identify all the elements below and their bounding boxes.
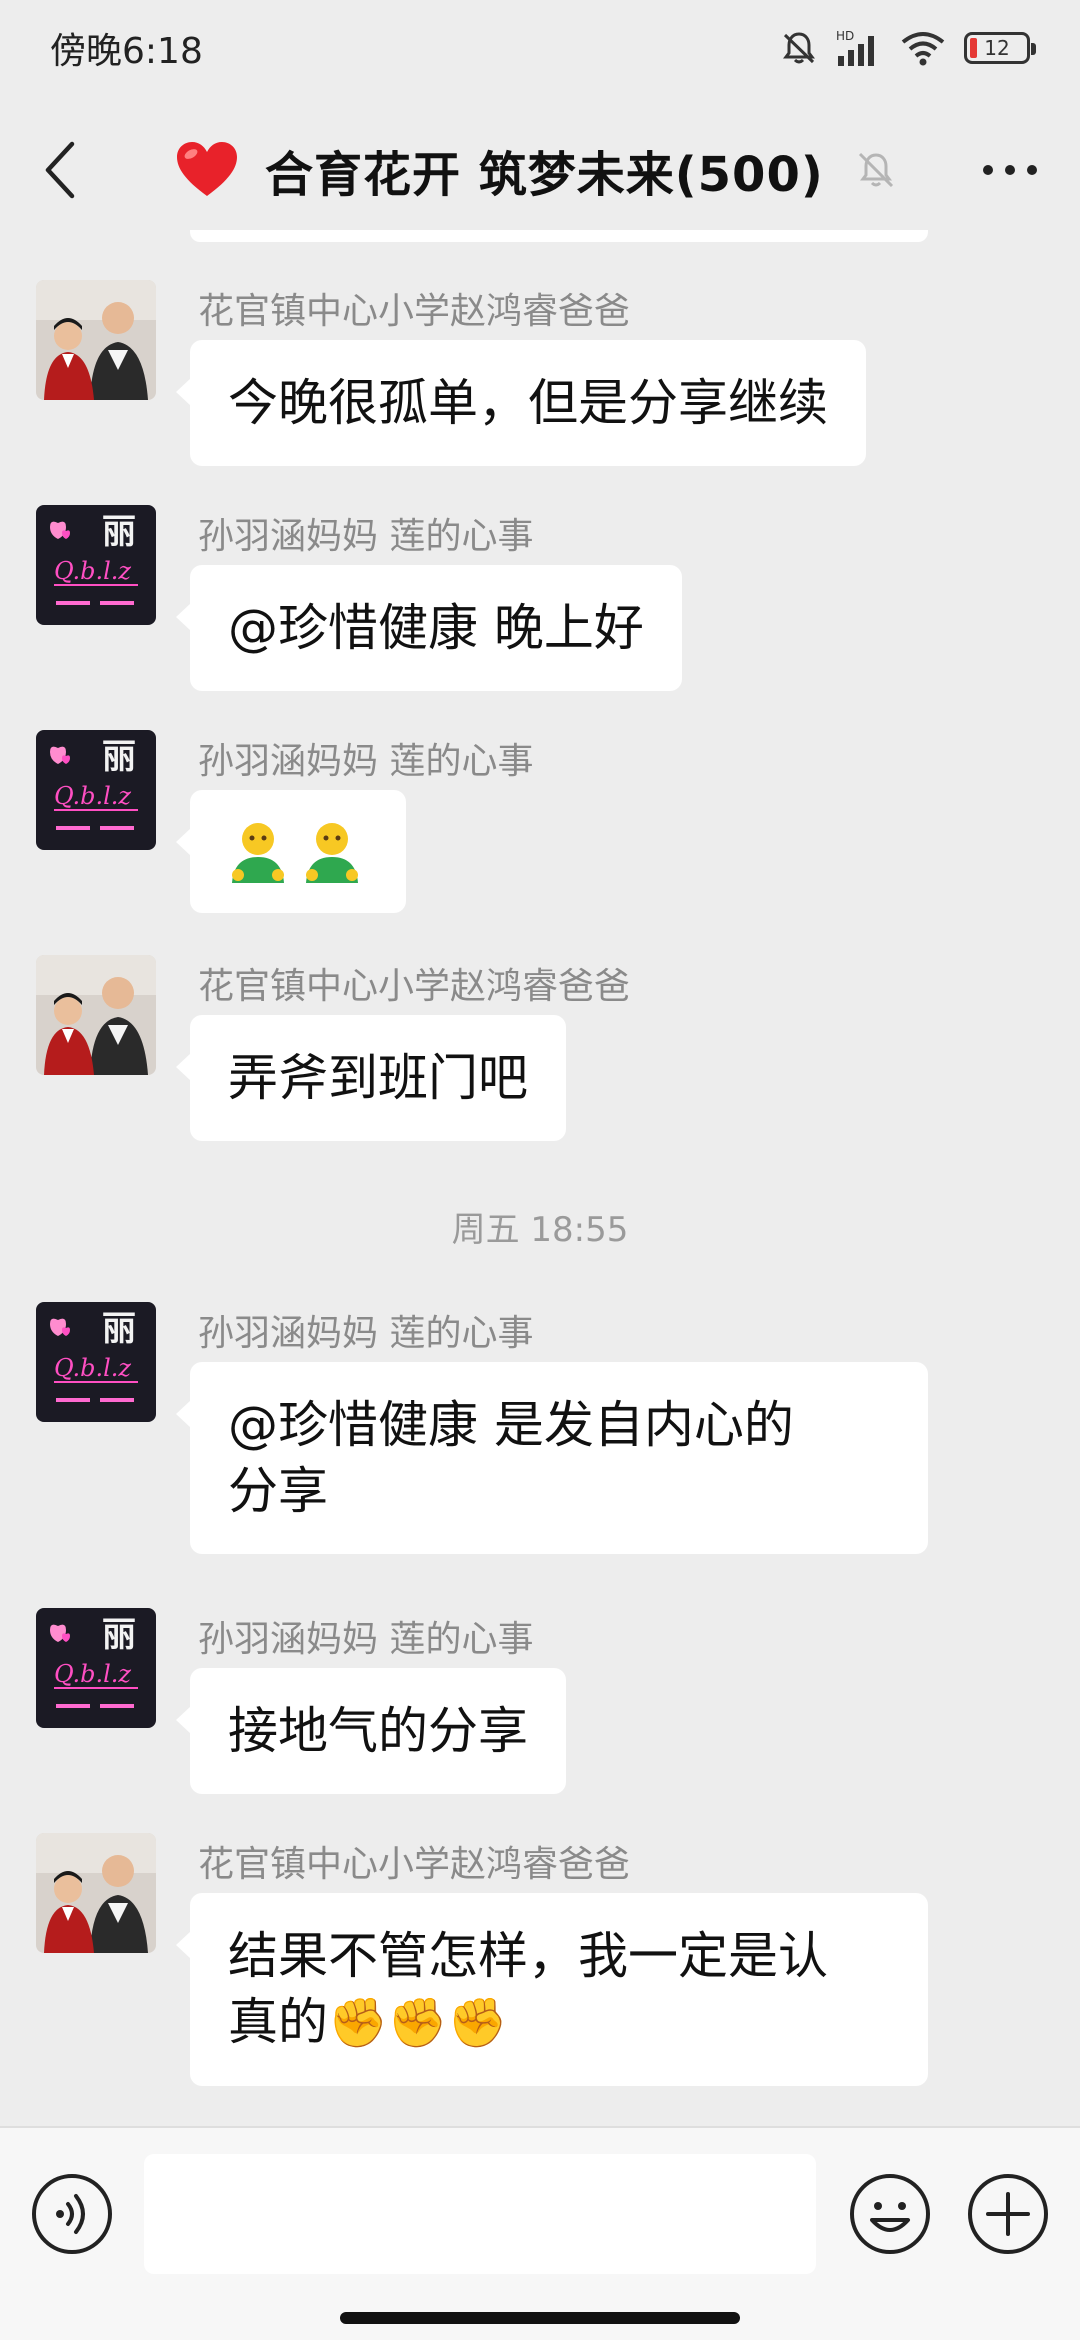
neon-glyph: 丽 bbox=[102, 1309, 136, 1349]
red-heart-icon bbox=[177, 142, 237, 196]
neon-li-avatar: 丽 Q.b.l.z bbox=[36, 1302, 156, 1422]
neon-li-avatar: 丽 Q.b.l.z bbox=[36, 730, 156, 850]
message-bubble[interactable]: 接地气的分享 bbox=[176, 1668, 566, 1794]
sender-name: 孙羽涵妈妈 莲的心事 bbox=[198, 1313, 534, 1354]
fist-emoji: ✊✊✊ bbox=[328, 1995, 508, 2051]
avatar[interactable]: 丽 Q.b.l.z bbox=[36, 1302, 156, 1422]
svg-text:HD: HD bbox=[836, 29, 854, 43]
avatar[interactable]: 丽 Q.b.l.z bbox=[36, 505, 156, 625]
avatar[interactable] bbox=[36, 955, 156, 1075]
message-text-line: 分享 bbox=[228, 1462, 328, 1520]
avatar[interactable] bbox=[36, 1833, 156, 1953]
sender-name: 孙羽涵妈妈 莲的心事 bbox=[198, 1619, 534, 1660]
message-text: @珍惜健康 晚上好 bbox=[228, 599, 644, 657]
sender-name: 花官镇中心小学赵鸿睿爸爸 bbox=[198, 966, 631, 1007]
message-input[interactable] bbox=[144, 2154, 816, 2274]
message-bubble[interactable]: @珍惜健康 是发自内心的 分享 bbox=[176, 1362, 928, 1554]
neon-li-avatar: 丽 Q.b.l.z bbox=[36, 1608, 156, 1728]
neon-script: Q.b.l.z bbox=[54, 1660, 131, 1688]
chat-header: 合育花开 筑梦未来(500) bbox=[0, 110, 1080, 230]
sender-name: 花官镇中心小学赵鸿睿爸爸 bbox=[198, 1844, 631, 1885]
status-bar: 傍晚6:18 HD 12 bbox=[0, 0, 1080, 96]
neon-script: Q.b.l.z bbox=[54, 782, 131, 810]
message-text-line: 结果不管怎样，我一定是认 bbox=[228, 1927, 828, 1985]
avatar[interactable]: 丽 Q.b.l.z bbox=[36, 1608, 156, 1728]
battery-icon: 12 bbox=[964, 32, 1036, 64]
wifi-icon bbox=[901, 32, 945, 66]
emoji-face-icon[interactable] bbox=[848, 2172, 932, 2256]
mute-bell-icon bbox=[783, 32, 815, 64]
father-son-photo bbox=[36, 955, 156, 1075]
partial-message-bubble bbox=[190, 230, 928, 242]
message-text-line: 真的✊✊✊ bbox=[228, 1989, 890, 2056]
message-bubble[interactable]: 弄斧到班门吧 bbox=[176, 1015, 566, 1141]
hd-signal-icon: HD bbox=[836, 29, 874, 66]
avatar[interactable] bbox=[36, 280, 156, 400]
status-icons: HD 12 bbox=[780, 28, 1036, 68]
message-bubble[interactable]: 今晚很孤单，但是分享继续 bbox=[176, 340, 866, 466]
message-bubble[interactable] bbox=[176, 790, 406, 913]
muted-bell-icon bbox=[858, 152, 893, 188]
person-emoji-icon bbox=[306, 822, 358, 883]
sender-name: 花官镇中心小学赵鸿睿爸爸 bbox=[198, 291, 631, 332]
neon-script: Q.b.l.z bbox=[54, 1354, 131, 1382]
neon-glyph: 丽 bbox=[102, 737, 136, 777]
message-text: 今晚很孤单，但是分享继续 bbox=[228, 374, 828, 432]
sender-name: 孙羽涵妈妈 莲的心事 bbox=[198, 516, 534, 557]
message-text: 弄斧到班门吧 bbox=[228, 1049, 528, 1107]
more-options-icon[interactable] bbox=[980, 160, 1040, 180]
battery-level: 12 bbox=[984, 36, 1010, 60]
message-bubble[interactable]: 结果不管怎样，我一定是认 真的✊✊✊ bbox=[176, 1893, 928, 2086]
message-text: 真的 bbox=[228, 1993, 328, 2051]
neon-glyph: 丽 bbox=[102, 512, 136, 552]
father-son-photo bbox=[36, 1833, 156, 1953]
chat-title: 合育花开 筑梦未来(500) bbox=[265, 147, 824, 203]
plus-icon[interactable] bbox=[966, 2172, 1050, 2256]
neon-script: Q.b.l.z bbox=[54, 557, 131, 585]
time-separator: 周五 18:55 bbox=[451, 1210, 629, 1250]
person-emoji-icon bbox=[232, 822, 284, 883]
home-indicator[interactable] bbox=[340, 2312, 740, 2324]
status-time: 傍晚6:18 bbox=[50, 31, 203, 72]
message-text: 接地气的分享 bbox=[228, 1702, 528, 1760]
message-bubble[interactable]: @珍惜健康 晚上好 bbox=[176, 565, 682, 691]
avatar[interactable]: 丽 Q.b.l.z bbox=[36, 730, 156, 850]
message-text-line: @珍惜健康 是发自内心的 bbox=[228, 1396, 794, 1454]
neon-glyph: 丽 bbox=[102, 1615, 136, 1655]
input-bar bbox=[0, 2126, 1080, 2340]
voice-input-icon[interactable] bbox=[30, 2172, 114, 2256]
neon-li-avatar: 丽 Q.b.l.z bbox=[36, 505, 156, 625]
father-son-photo bbox=[36, 280, 156, 400]
back-arrow-icon[interactable] bbox=[40, 138, 80, 202]
sender-name: 孙羽涵妈妈 莲的心事 bbox=[198, 741, 534, 782]
chat-title-group[interactable]: 合育花开 筑梦未来(500) bbox=[175, 134, 898, 206]
